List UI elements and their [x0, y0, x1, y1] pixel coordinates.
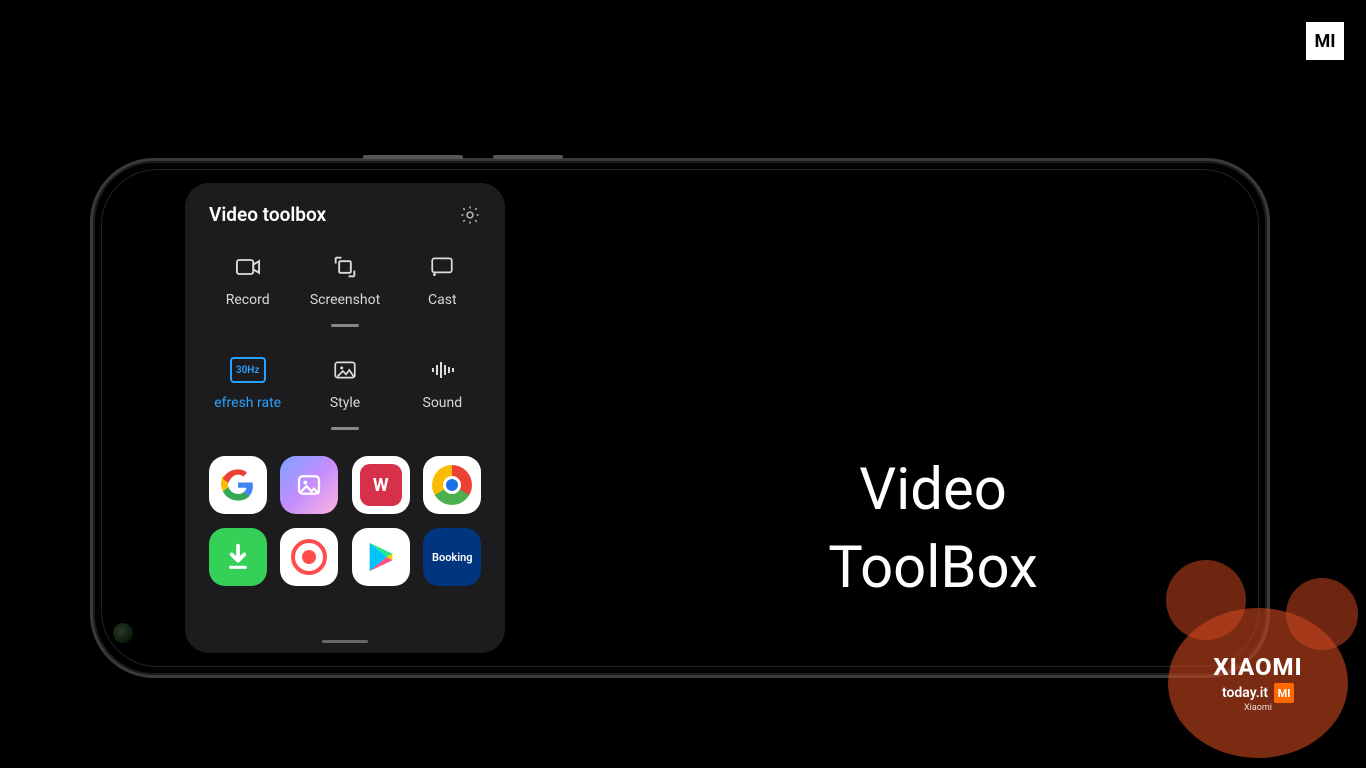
feature-title: Video ToolBox — [723, 451, 1143, 608]
watermark-mi-icon: MI — [1274, 683, 1294, 703]
download-icon — [223, 542, 253, 572]
app-shortcuts: W Booking — [199, 448, 491, 586]
settings-button[interactable] — [459, 204, 481, 226]
panel-title: Video toolbox — [209, 203, 326, 226]
refresh-rate-icon: 30Hz — [230, 355, 266, 385]
front-camera — [113, 623, 133, 643]
cast-icon — [426, 252, 458, 282]
phone-frame: Video toolbox Record Screenshot — [90, 158, 1270, 678]
watermark-sub: Xiaomi — [1244, 703, 1272, 713]
tool-sound[interactable]: Sound — [394, 355, 491, 430]
indicator — [331, 427, 359, 430]
tool-style[interactable]: Style — [296, 355, 393, 430]
phone-volume-button — [363, 155, 463, 159]
gear-icon — [459, 204, 481, 226]
refresh-rate-badge: 30Hz — [230, 357, 266, 383]
mi-logo: MI — [1306, 22, 1344, 60]
gallery-icon — [294, 470, 324, 500]
tool-refresh-rate[interactable]: 30Hz efresh rate — [199, 355, 296, 430]
phone-power-button — [493, 155, 563, 159]
tool-label: Cast — [428, 292, 457, 308]
tool-label: Record — [226, 292, 270, 308]
tool-cast[interactable]: Cast — [394, 252, 491, 327]
wps-icon: W — [360, 464, 402, 506]
indicator — [331, 324, 359, 327]
app-wps[interactable]: W — [352, 456, 410, 514]
screenshot-icon — [329, 252, 361, 282]
video-toolbox-panel: Video toolbox Record Screenshot — [185, 183, 505, 653]
tool-label: Style — [330, 395, 360, 411]
record-icon — [231, 252, 265, 282]
feature-line1: Video — [859, 456, 1007, 524]
watermark-site: today.it — [1222, 685, 1268, 701]
app-gallery[interactable] — [280, 456, 338, 514]
play-store-icon — [364, 540, 398, 574]
app-play-store[interactable] — [352, 528, 410, 586]
app-google[interactable] — [209, 456, 267, 514]
tool-screenshot[interactable]: Screenshot — [296, 252, 393, 327]
sound-icon — [425, 355, 459, 385]
app-screen-recorder[interactable] — [280, 528, 338, 586]
app-downloads[interactable] — [209, 528, 267, 586]
tool-label: Screenshot — [310, 292, 380, 308]
home-indicator[interactable] — [322, 640, 368, 643]
tool-grid: Record Screenshot Cast 30Hz efresh r — [199, 244, 491, 448]
feature-line2: ToolBox — [828, 534, 1037, 602]
panel-header: Video toolbox — [199, 203, 491, 244]
booking-label: Booking — [432, 551, 473, 564]
app-chrome[interactable] — [423, 456, 481, 514]
recorder-icon — [291, 539, 327, 575]
app-booking[interactable]: Booking — [423, 528, 481, 586]
tool-label: Sound — [423, 395, 463, 411]
style-icon — [329, 355, 361, 385]
chrome-icon — [432, 465, 472, 505]
tool-label: efresh rate — [214, 395, 281, 411]
tool-record[interactable]: Record — [199, 252, 296, 327]
google-icon — [221, 468, 255, 502]
